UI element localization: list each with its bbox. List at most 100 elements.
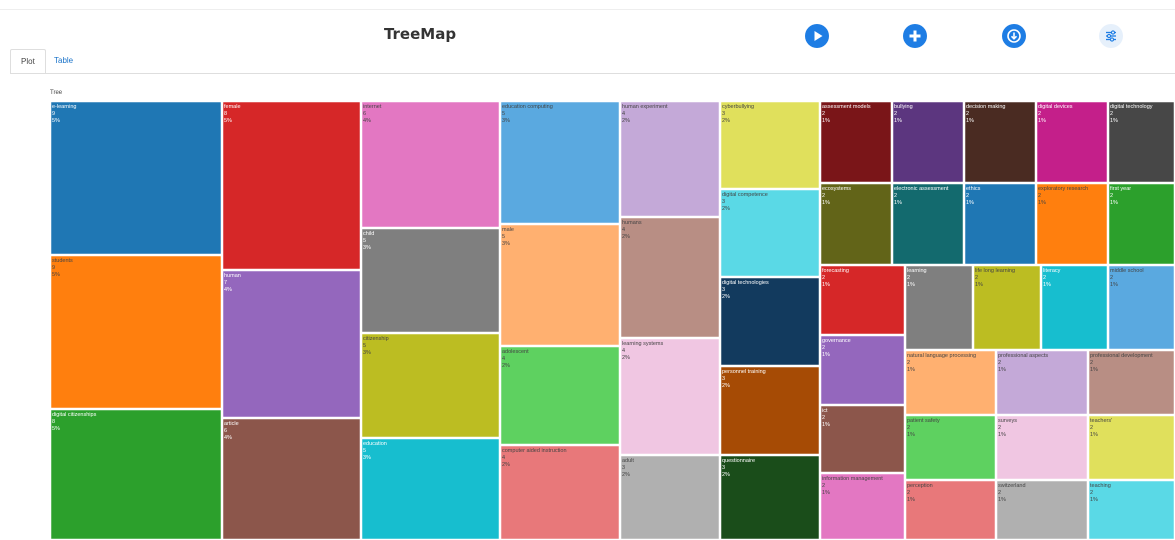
tile-rect[interactable] [49,100,223,256]
tile-digital-devices[interactable]: digital devices21% [1035,100,1109,184]
tile-rect[interactable] [360,100,501,229]
tile-natural-language-processing[interactable]: natural language processing21% [904,349,997,416]
tile-rect[interactable] [819,182,893,266]
tile-adult[interactable]: adult32% [619,454,721,540]
tile-rect[interactable] [1107,264,1175,351]
tile-rect[interactable] [719,454,821,540]
tile-rect[interactable] [963,100,1037,184]
tile-teachers[interactable]: teachers'21% [1087,414,1175,481]
tile-rect[interactable] [719,188,821,278]
tile-surveys[interactable]: surveys21% [995,414,1089,481]
tile-rect[interactable] [221,269,362,419]
tile-female[interactable]: female85% [221,100,362,271]
tile-cyberbullying[interactable]: cyberbullying32% [719,100,821,190]
tile-rect[interactable] [619,100,721,218]
tile-rect[interactable] [904,264,974,351]
tile-rect[interactable] [1035,100,1109,184]
tile-adolescent[interactable]: adolescent42% [499,345,621,446]
tile-e-learning[interactable]: e-learning95% [49,100,223,256]
tile-rect[interactable] [619,337,721,456]
tile-rect[interactable] [499,100,621,225]
tile-bullying[interactable]: bullying21% [891,100,965,184]
tile-rect[interactable] [221,100,362,271]
tile-citizenship[interactable]: citizenship53% [360,332,501,439]
tile-rect[interactable] [1035,182,1109,266]
tile-human-experiment[interactable]: human experiment42% [619,100,721,218]
tile-professional-aspects[interactable]: professional aspects21% [995,349,1089,416]
tile-information-management[interactable]: information management21% [819,472,906,540]
tile-teaching[interactable]: teaching21% [1087,479,1175,540]
tile-male[interactable]: male53% [499,223,621,347]
tile-rect[interactable] [360,437,501,540]
tile-rect[interactable] [49,408,223,540]
tile-rect[interactable] [891,100,965,184]
tile-rect[interactable] [1040,264,1109,351]
tile-rect[interactable] [499,223,621,347]
tile-rect[interactable] [819,264,906,336]
tile-rect[interactable] [221,417,362,540]
tile-ict[interactable]: ict21% [819,404,906,474]
tile-students[interactable]: students95% [49,254,223,410]
tile-first-year[interactable]: first year21% [1107,182,1175,266]
tile-learning-systems[interactable]: learning systems42% [619,337,721,456]
tile-switzerland[interactable]: switzerland21% [995,479,1089,540]
tile-rect[interactable] [904,349,997,416]
tile-decision-making[interactable]: decision making21% [963,100,1037,184]
tile-rect[interactable] [972,264,1042,351]
tile-life-long-learning[interactable]: life long learning21% [972,264,1042,351]
tile-ethics[interactable]: ethics21% [963,182,1037,266]
tile-rect[interactable] [1087,349,1175,416]
tile-digital-competence[interactable]: digital competence32% [719,188,821,278]
tile-rect[interactable] [819,334,906,406]
tile-rect[interactable] [1107,182,1175,266]
tile-forecasting[interactable]: forecasting21% [819,264,906,336]
tile-rect[interactable] [1087,414,1175,481]
tile-digital-technologies[interactable]: digital technologies32% [719,276,821,367]
tile-perception[interactable]: perception21% [904,479,997,540]
tile-professional-development[interactable]: professional development21% [1087,349,1175,416]
tile-rect[interactable] [619,216,721,339]
tile-rect[interactable] [1087,479,1175,540]
tile-rect[interactable] [819,100,893,184]
tile-questionnaire[interactable]: questionnaire32% [719,454,821,540]
tile-rect[interactable] [719,100,821,190]
tile-rect[interactable] [891,182,965,266]
tile-rect[interactable] [360,332,501,439]
tile-rect[interactable] [995,349,1089,416]
tile-rect[interactable] [995,414,1089,481]
tile-humans[interactable]: humans42% [619,216,721,339]
tile-digital-technology[interactable]: digital technology21% [1107,100,1175,184]
tile-rect[interactable] [1107,100,1175,184]
tile-middle-school[interactable]: middle school21% [1107,264,1175,351]
tile-computer-aided-instruction[interactable]: computer aided instruction42% [499,444,621,540]
tile-rect[interactable] [995,479,1089,540]
tile-child[interactable]: child53% [360,227,501,334]
tile-rect[interactable] [49,254,223,410]
tile-electronic-assessment[interactable]: electronic assessment21% [891,182,965,266]
tile-rect[interactable] [499,345,621,446]
tile-governance[interactable]: governance21% [819,334,906,406]
tile-internet[interactable]: internet64% [360,100,501,229]
tile-rect[interactable] [499,444,621,540]
tile-education[interactable]: education53% [360,437,501,540]
tile-rect[interactable] [719,276,821,367]
tile-rect[interactable] [904,479,997,540]
tile-article[interactable]: article64% [221,417,362,540]
tile-personnel-training[interactable]: personnel training32% [719,365,821,456]
tile-rect[interactable] [719,365,821,456]
tile-patient-safety[interactable]: patient safety21% [904,414,997,481]
tile-literacy[interactable]: literacy21% [1040,264,1109,351]
tile-exploratory-research[interactable]: exploratory research21% [1035,182,1109,266]
tile-ecosystems[interactable]: ecosystems21% [819,182,893,266]
tile-digital-citizenships[interactable]: digital citizenships85% [49,408,223,540]
tile-rect[interactable] [619,454,721,540]
tile-human[interactable]: human74% [221,269,362,419]
tile-rect[interactable] [819,472,906,540]
tile-rect[interactable] [963,182,1037,266]
tile-education-computing[interactable]: education computing53% [499,100,621,225]
tile-learning[interactable]: learning21% [904,264,974,351]
tile-assessment-models[interactable]: assessment models21% [819,100,893,184]
tile-rect[interactable] [819,404,906,474]
tile-rect[interactable] [360,227,501,334]
tile-rect[interactable] [904,414,997,481]
